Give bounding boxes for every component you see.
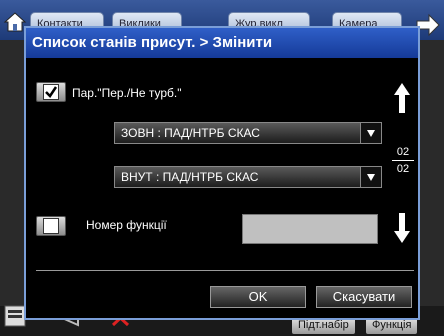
divider	[36, 270, 414, 271]
function-number-checkbox[interactable]	[36, 216, 66, 236]
cancel-button[interactable]: Скасувати	[316, 286, 412, 308]
current-page: 02	[396, 146, 410, 158]
menu-icon[interactable]	[4, 305, 26, 332]
dnd-pair-label: Пар."Пер./Не турб."	[72, 86, 182, 100]
ok-button[interactable]: OK	[210, 286, 306, 308]
edit-presence-dialog: Список станів присут. > Змінити Пар."Пер…	[24, 26, 420, 320]
total-pages: 02	[396, 163, 410, 175]
scroll-up-icon[interactable]	[391, 80, 413, 116]
scroll-down-icon[interactable]	[391, 210, 413, 246]
outer-call-value: ЗОВН : ПАД/НТРБ СКАС	[121, 126, 260, 140]
inner-call-select[interactable]: ВНУТ : ПАД/НТРБ СКАС	[114, 166, 382, 188]
dialog-title: Список станів присут. > Змінити	[26, 28, 418, 58]
dropdown-arrow-icon[interactable]	[360, 167, 381, 187]
function-number-input[interactable]	[242, 214, 378, 244]
outer-call-select[interactable]: ЗОВН : ПАД/НТРБ СКАС	[114, 122, 382, 144]
checkmark-icon	[45, 86, 58, 98]
page-indicator: 02 02	[392, 146, 414, 175]
inner-call-value: ВНУТ : ПАД/НТРБ СКАС	[121, 170, 259, 184]
function-number-label: Номер функції	[86, 218, 167, 232]
dropdown-arrow-icon[interactable]	[360, 123, 381, 143]
dnd-pair-checkbox[interactable]	[36, 82, 66, 102]
